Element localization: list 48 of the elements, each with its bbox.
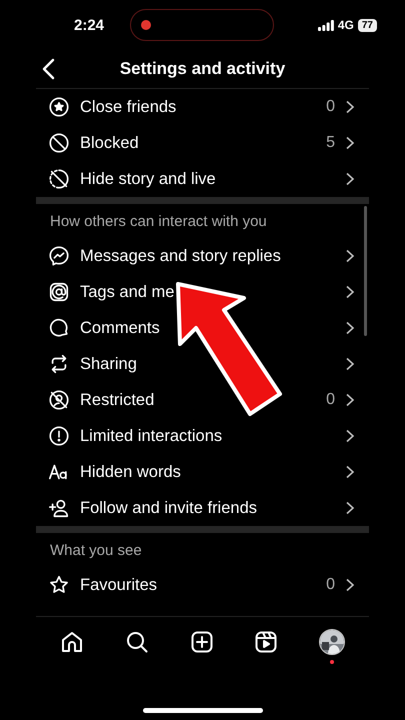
search-icon[interactable] [124,630,149,654]
settings-row[interactable]: Comments [0,310,405,346]
chevron-icon [345,172,355,186]
block-icon [48,132,70,154]
restricted-icon [48,389,70,411]
settings-row[interactable]: Sharing [0,346,405,382]
settings-row[interactable]: Hide story and live [0,161,405,197]
recording-indicator [141,20,151,30]
chevron-icon [345,501,355,515]
signal-icon [318,20,334,30]
chevron-icon [345,136,355,150]
notification-dot [330,660,334,664]
reels-icon[interactable] [254,630,278,654]
star-circle-icon [48,96,70,118]
settings-row[interactable]: Limited interactions [0,418,405,454]
create-icon[interactable] [190,630,214,654]
chevron-icon [345,465,355,479]
star-icon [48,574,70,596]
chevron-icon [345,100,355,114]
exclamation-icon [48,425,70,447]
settings-row[interactable]: Favourites 0 [0,567,405,603]
settings-row[interactable]: Blocked 5 [0,125,405,161]
chevron-icon [345,393,355,407]
status-time: 2:24 [74,16,106,34]
speech-bubble-icon [48,317,70,339]
chevron-icon [345,285,355,299]
section-title: What you see [49,540,143,560]
home-icon[interactable] [60,630,84,654]
settings-row[interactable]: Tags and me [0,274,405,310]
messenger-icon [48,245,70,267]
settings-row[interactable]: Close friends 0 [0,89,405,125]
hidden-story-icon [48,168,70,190]
at-sign-icon [48,281,70,303]
battery-level: 77 [358,18,377,32]
network-label: 4G [338,18,354,32]
section-title: How others can interact with you [49,212,268,232]
page-title: Settings and activity [120,59,286,79]
chevron-icon [345,357,355,371]
settings-row[interactable]: Hidden words [0,454,405,490]
chevron-icon [345,321,355,335]
chevron-icon [345,578,355,592]
settings-row[interactable]: Follow and invite friends [0,490,405,526]
add-person-icon [48,497,70,519]
chevron-icon [345,249,355,263]
settings-row[interactable]: Restricted 0 [0,382,405,418]
settings-row[interactable]: Messages and story replies [0,238,405,274]
back-icon[interactable] [42,58,56,80]
chevron-icon [345,429,355,443]
